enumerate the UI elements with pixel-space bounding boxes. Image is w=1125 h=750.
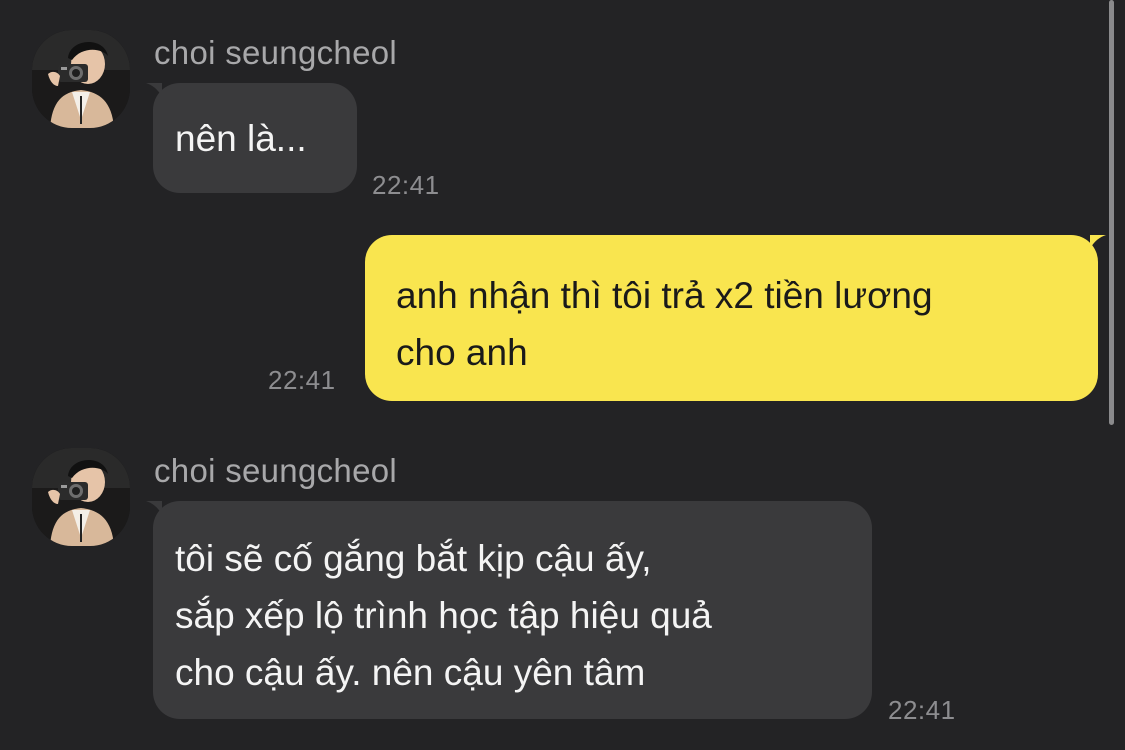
profile-photo-camera-icon [32, 448, 130, 546]
message-text: cho cậu ấy. nên cậu yên tâm [175, 652, 646, 693]
message-text: nên là... [175, 118, 307, 159]
message-bubble[interactable]: anh nhận thì tôi trả x2 tiền lương cho a… [365, 235, 1098, 401]
scrollbar[interactable] [1109, 0, 1114, 425]
sender-name: choi seungcheol [154, 34, 398, 71]
message-text: cho anh [396, 332, 528, 373]
chat-view: choi seungcheol nên là... 22:41 anh nhận… [0, 0, 1125, 750]
profile-photo-camera-icon [32, 30, 130, 128]
bubble-tail [1090, 235, 1106, 249]
sender-name: choi seungcheol [154, 452, 398, 489]
avatar[interactable] [32, 30, 130, 128]
message-time: 22:41 [888, 695, 956, 725]
message-bubble[interactable]: tôi sẽ cố gắng bắt kịp cậu ấy, sắp xếp l… [153, 501, 872, 719]
avatar[interactable] [32, 448, 130, 546]
message-text: sắp xếp lộ trình học tập hiệu quả [175, 595, 712, 636]
message-bubble[interactable]: nên là... [153, 83, 357, 193]
message-time: 22:41 [372, 170, 440, 200]
message-text: tôi sẽ cố gắng bắt kịp cậu ấy, [175, 538, 652, 579]
message-text: anh nhận thì tôi trả x2 tiền lương [396, 275, 933, 316]
message-time: 22:41 [268, 365, 336, 395]
